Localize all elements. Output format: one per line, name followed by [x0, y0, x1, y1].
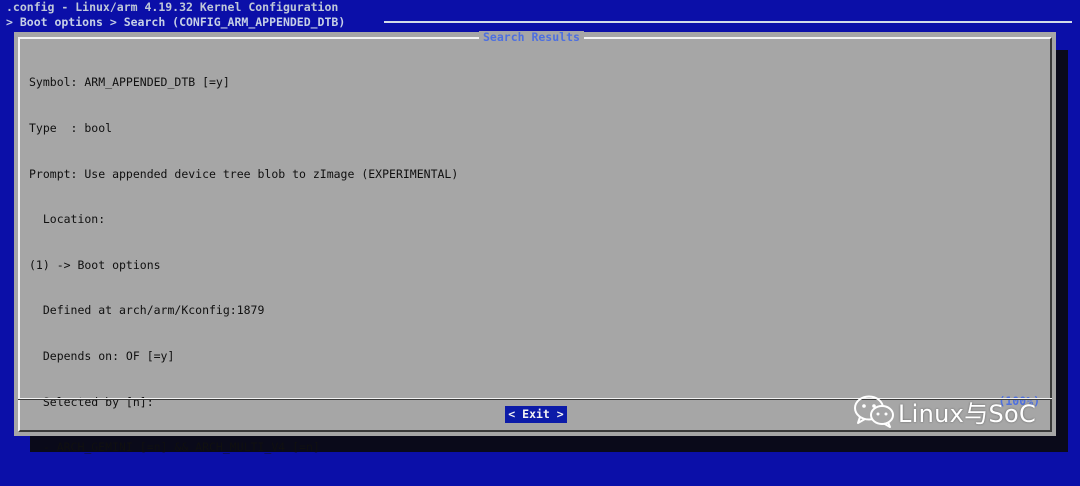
breadcrumb-rule	[384, 21, 1072, 23]
result-line-symbol: Symbol: ARM_APPENDED_DTB [=y]	[29, 75, 230, 90]
result-line-location: Location:	[29, 212, 106, 227]
breadcrumb: > Boot options > Search (CONFIG_ARM_APPE…	[6, 15, 352, 29]
exit-button[interactable]: < Exit >	[505, 406, 567, 423]
result-line-prompt: Prompt: Use appended device tree blob to…	[29, 166, 459, 181]
dialog-title: Search Results	[479, 31, 584, 43]
wechat-icon	[854, 395, 894, 428]
watermark-text: Linux与SoC	[898, 399, 1037, 428]
search-results-dialog: Search Results Symbol: ARM_APPENDED_DTB …	[14, 31, 1056, 454]
result-line-location-path[interactable]: (1) -> Boot options	[29, 258, 458, 273]
result-line-type: Type : bool	[29, 121, 113, 135]
result-line-depends-on: Depends on: OF [=y]	[29, 348, 175, 363]
result-line-defined-at: Defined at arch/arm/Kconfig:1879	[29, 303, 265, 318]
watermark: Linux与SoC	[852, 393, 1036, 429]
search-results-text[interactable]: Symbol: ARM_APPENDED_DTB [=y] Type : boo…	[29, 45, 458, 486]
breadcrumb-row: > Boot options > Search (CONFIG_ARM_APPE…	[0, 14, 1080, 30]
result-line-selected-by-item: - ARCH_GEMINI [=n] && ARCH_MULTI_V4 [=n]	[29, 440, 320, 455]
result-line-selected-by: Selected by [n]:	[29, 394, 154, 409]
window-title: .config - Linux/arm 4.19.32 Kernel Confi…	[6, 0, 339, 14]
